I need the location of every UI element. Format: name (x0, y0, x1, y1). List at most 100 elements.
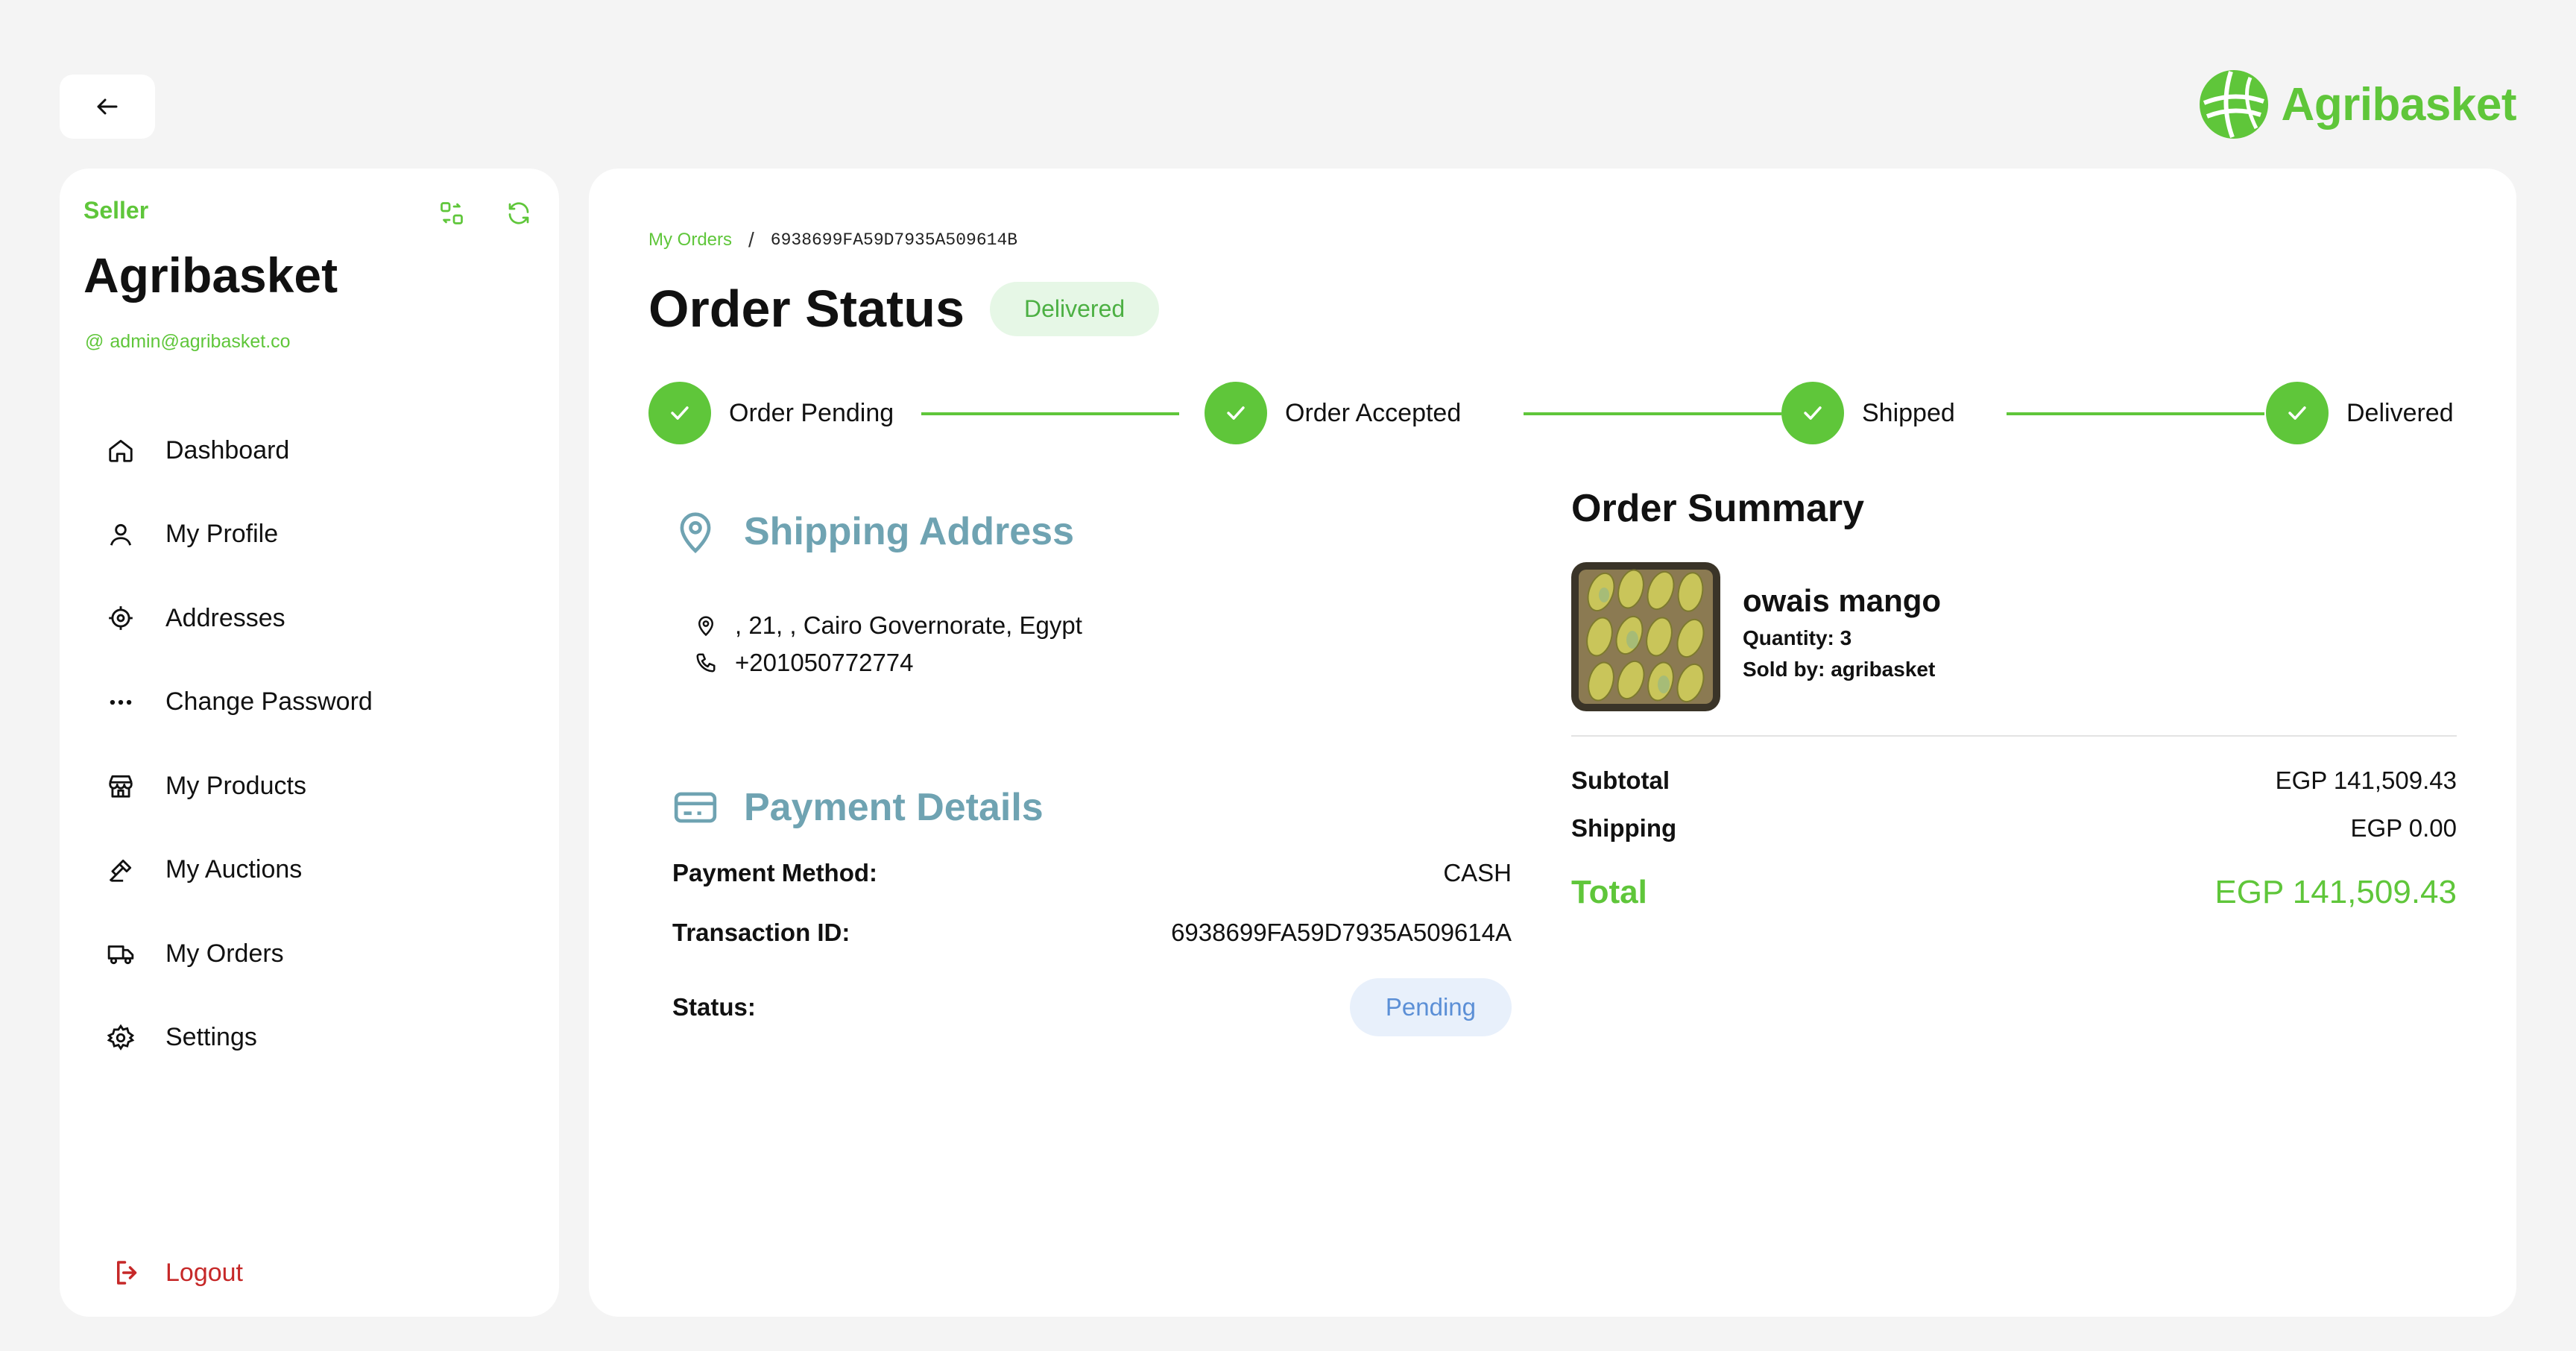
credit-card-icon (674, 792, 717, 823)
user-name: Agribasket (83, 248, 338, 303)
sidebar-item-my-auctions[interactable]: My Auctions (103, 828, 520, 913)
product-seller: Sold by: agribasket (1743, 658, 1936, 681)
location-target-icon (103, 600, 139, 636)
step-order-accepted: Order Accepted (1205, 382, 1461, 444)
shipping-address-line: , 21, , Cairo Governorate, Egypt (695, 611, 1082, 640)
switch-icon[interactable] (438, 200, 465, 227)
step-connector (1524, 412, 1781, 415)
order-summary: Order Summary owais mango Quantity: 3 So… (1571, 486, 2457, 737)
home-icon (103, 432, 139, 468)
product-name: owais mango (1743, 583, 1942, 618)
order-progress: Order Pending Order Accepted Shipped Del… (648, 382, 2457, 446)
order-summary-title: Order Summary (1571, 487, 1865, 530)
transaction-id-row: Transaction ID: 6938699FA59D7935A509614A (672, 919, 1512, 947)
check-icon (2266, 382, 2329, 444)
brand-name: Agribasket (2281, 78, 2517, 130)
sidebar-item-label: Settings (165, 1023, 257, 1052)
phone-icon (696, 653, 716, 673)
arrow-left-icon (97, 98, 118, 115)
check-icon (1781, 382, 1844, 444)
payment-status-badge: Pending (1349, 978, 1512, 1036)
truck-icon (103, 936, 139, 971)
subtotal-value: EGP 141,509.43 (2275, 766, 2457, 794)
sidebar-actions (438, 200, 532, 227)
back-button[interactable] (60, 75, 155, 139)
user-email: @ admin@agribasket.co (85, 331, 291, 353)
step-shipped: Shipped (1781, 382, 1955, 444)
step-delivered: Delivered (2266, 382, 2454, 444)
breadcrumb: My Orders / 6938699FA59D7935A509614B (648, 228, 1017, 252)
shipping-value: EGP 0.00 (2350, 814, 2457, 842)
step-label: Order Pending (729, 398, 894, 427)
sidebar-item-addresses[interactable]: Addresses (103, 576, 520, 661)
sidebar-item-label: Change Password (165, 687, 373, 717)
refresh-icon[interactable] (505, 200, 532, 227)
logout-icon (117, 1261, 137, 1285)
check-icon (648, 382, 711, 444)
product-image[interactable] (1571, 562, 1720, 711)
sidebar: Seller Agribasket @ admin@agribasket.co … (60, 169, 559, 1317)
payment-status-label: Status: (672, 993, 756, 1021)
step-label: Delivered (2346, 398, 2454, 427)
subtotal-label: Subtotal (1571, 766, 1670, 794)
sidebar-item-label: My Orders (165, 939, 284, 968)
breadcrumb-separator: / (748, 228, 754, 251)
order-item: owais mango Quantity: 3 Sold by: agribas… (1571, 562, 1941, 711)
shipping-address-text: , 21, , Cairo Governorate, Egypt (735, 611, 1082, 639)
dots-icon (103, 684, 139, 720)
logout-label: Logout (165, 1258, 243, 1287)
sidebar-item-my-orders[interactable]: My Orders (103, 912, 520, 996)
title-row: Order Status Delivered (648, 279, 1160, 338)
sidebar-item-label: Dashboard (165, 435, 290, 464)
step-label: Shipped (1862, 398, 1955, 427)
payment-method-row: Payment Method: CASH (672, 859, 1512, 887)
step-order-pending: Order Pending (648, 382, 894, 444)
shipping-address-title: Shipping Address (744, 510, 1074, 553)
payment-method-label: Payment Method: (672, 859, 878, 887)
total-label: Total (1571, 874, 1647, 910)
at-icon: @ (85, 331, 104, 352)
user-email-text: admin@agribasket.co (110, 331, 291, 352)
sidebar-item-change-password[interactable]: Change Password (103, 661, 520, 745)
user-icon (103, 517, 139, 552)
shipping-row: Shipping EGP 0.00 (1571, 814, 2457, 843)
summary-divider (1571, 735, 2457, 737)
step-connector (2007, 412, 2264, 415)
total-row: Total EGP 141,509.43 (1571, 874, 2457, 911)
agribasket-logo-icon (2199, 70, 2268, 139)
breadcrumb-current: 6938699FA59D7935A509614B (770, 230, 1018, 250)
sidebar-item-my-profile[interactable]: My Profile (103, 493, 520, 577)
total-value: EGP 141,509.43 (2214, 874, 2457, 910)
sidebar-item-label: Addresses (165, 603, 285, 632)
sidebar-menu: Dashboard My Profile Addresses Change Pa… (103, 409, 520, 1080)
page-title: Order Status (648, 280, 965, 338)
status-badge: Delivered (990, 281, 1160, 336)
sidebar-item-settings[interactable]: Settings (103, 996, 520, 1080)
transaction-id-value: 6938699FA59D7935A509614A (1171, 919, 1512, 946)
store-icon (103, 768, 139, 804)
order-detail-panel: My Orders / 6938699FA59D7935A509614B Ord… (589, 169, 2516, 1317)
sidebar-item-dashboard[interactable]: Dashboard (103, 409, 520, 493)
shipping-phone-text: +201050772774 (735, 649, 914, 676)
shipping-address-header: Shipping Address (672, 508, 1074, 555)
location-icon (698, 616, 714, 637)
brand-logo[interactable]: Agribasket (2198, 69, 2517, 140)
logout-button[interactable]: Logout (112, 1257, 243, 1288)
gear-icon (103, 1020, 139, 1056)
product-info: owais mango Quantity: 3 Sold by: agribas… (1743, 562, 1941, 711)
shipping-label: Shipping (1571, 814, 1677, 842)
payment-status-row: Status: Pending (672, 978, 1512, 1036)
check-icon (1205, 382, 1267, 444)
subtotal-row-main: Subtotal EGP 141,509.43 (1571, 766, 2457, 795)
sidebar-item-label: My Profile (165, 520, 279, 549)
map-pin-icon (680, 512, 711, 554)
shipping-phone-line: +201050772774 (695, 649, 914, 677)
breadcrumb-my-orders-link[interactable]: My Orders (648, 230, 732, 251)
transaction-id-label: Transaction ID: (672, 919, 850, 946)
payment-details-header: Payment Details (672, 784, 1044, 831)
payment-details-title: Payment Details (744, 786, 1044, 829)
sidebar-item-label: My Auctions (165, 855, 303, 884)
sidebar-item-my-products[interactable]: My Products (103, 744, 520, 828)
product-quantity: Quantity: 3 (1743, 626, 1852, 649)
step-label: Order Accepted (1285, 398, 1462, 427)
